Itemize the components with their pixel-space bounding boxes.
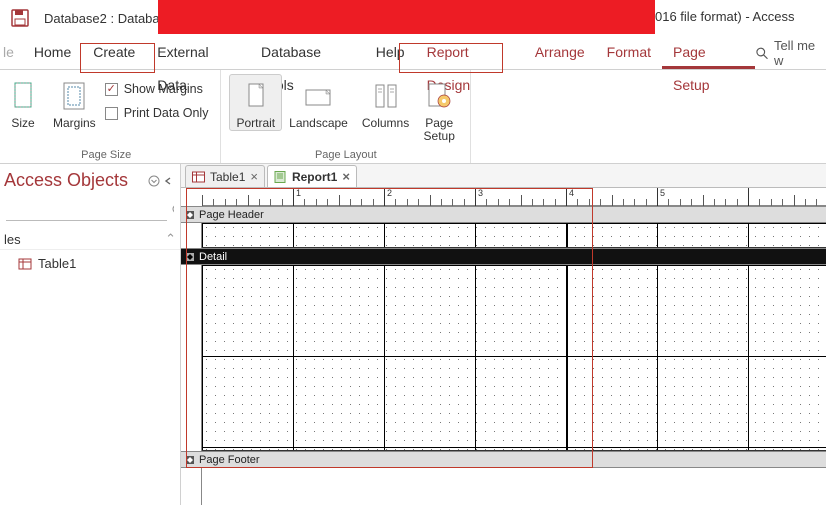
document-tab-strip: Table1 × Report1 × [181, 164, 826, 188]
report-icon [274, 171, 287, 183]
window-title-suffix: 016 file format) - Access [655, 0, 794, 34]
landscape-icon [303, 79, 335, 115]
nav-section-label: les [4, 232, 165, 247]
save-icon[interactable] [10, 8, 30, 28]
tab-database-tools[interactable]: Database Tools [250, 36, 365, 69]
ribbon-group-page-layout: Portrait Landscape Columns Page Setup [221, 70, 471, 163]
redaction-block [158, 0, 655, 34]
doc-tab-label: Report1 [292, 170, 337, 184]
columns-button[interactable]: Columns [355, 74, 416, 131]
nav-header[interactable]: Access Objects [0, 164, 180, 195]
table-icon [192, 171, 205, 183]
tab-file-ghost[interactable]: le [0, 36, 23, 69]
nav-search-input[interactable] [6, 199, 167, 221]
columns-icon [370, 79, 402, 115]
columns-label: Columns [362, 117, 409, 130]
group-label-page-size: Page Size [0, 147, 212, 161]
nav-item-label: Table1 [38, 256, 76, 271]
navigation-pane: Access Objects les ⌃ Table1 [0, 164, 181, 505]
section-page-header[interactable] [202, 223, 826, 248]
report-design-surface[interactable]: 12345 Page Header Detail [181, 188, 826, 505]
landscape-button[interactable]: Landscape [282, 74, 355, 131]
tab-arrange[interactable]: Arrange [524, 36, 596, 69]
section-handle-icon [185, 210, 195, 220]
close-icon[interactable]: × [342, 169, 350, 184]
margins-button[interactable]: Margins [46, 74, 103, 131]
table-icon [18, 257, 32, 271]
size-label: Size [11, 117, 34, 130]
highlight-create-tab [80, 43, 155, 73]
size-icon [7, 79, 39, 115]
nav-section-tables[interactable]: les ⌃ [0, 225, 180, 250]
design-pane: Table1 × Report1 × 12345 Page Header [181, 164, 826, 505]
landscape-label: Landscape [289, 117, 348, 130]
tab-page-setup[interactable]: Page Setup [662, 36, 755, 69]
section-bar-page-header[interactable]: Page Header [181, 206, 826, 223]
portrait-icon [240, 79, 272, 115]
nav-item-table1[interactable]: Table1 [0, 250, 180, 277]
workspace: Access Objects les ⌃ Table1 Table1 × [0, 164, 826, 505]
window-title: Database2 : Database [44, 11, 173, 26]
section-detail[interactable] [202, 265, 826, 451]
margins-label: Margins [53, 117, 96, 130]
show-margins-checkbox[interactable]: Show Margins [105, 82, 209, 96]
section-bar-page-footer[interactable]: Page Footer [181, 451, 826, 468]
portrait-button[interactable]: Portrait [229, 74, 282, 131]
tell-me[interactable]: Tell me w [755, 38, 826, 68]
section-handle-icon [185, 455, 195, 465]
section-label: Detail [199, 251, 227, 263]
highlight-report-design-tab [399, 43, 503, 73]
margins-icon [58, 79, 90, 115]
tab-format[interactable]: Format [596, 36, 662, 69]
close-icon[interactable]: × [250, 169, 258, 184]
chevron-down-icon[interactable] [148, 175, 160, 187]
section-label: Page Footer [199, 454, 260, 466]
nav-title: Access Objects [4, 170, 148, 191]
section-label: Page Header [199, 209, 264, 221]
search-icon[interactable] [171, 203, 174, 217]
doc-tab-table1[interactable]: Table1 × [185, 165, 265, 187]
page-setup-label: Page Setup [424, 117, 455, 143]
section-handle-icon [185, 252, 195, 262]
title-bar: Database2 : Database 016 file format) - … [0, 0, 826, 36]
page-setup-button[interactable]: Page Setup [416, 74, 462, 144]
section-bar-detail[interactable]: Detail [181, 248, 826, 265]
doc-tab-label: Table1 [210, 170, 245, 184]
page-setup-icon [423, 79, 455, 115]
doc-tab-report1[interactable]: Report1 × [267, 165, 357, 187]
ribbon-group-page-size: Size Margins Show Margins Print Data Onl… [0, 70, 221, 163]
print-data-only-checkbox[interactable]: Print Data Only [105, 106, 209, 120]
tab-home[interactable]: Home [23, 36, 82, 69]
collapse-pane-icon[interactable] [162, 175, 174, 187]
group-label-page-layout: Page Layout [229, 147, 462, 161]
checkbox-icon [105, 107, 118, 120]
show-margins-label: Show Margins [124, 82, 203, 96]
tab-external-data[interactable]: External Data [146, 36, 250, 69]
checkbox-icon [105, 83, 118, 96]
print-data-only-label: Print Data Only [124, 106, 209, 120]
size-button[interactable]: Size [0, 74, 46, 131]
search-icon [755, 46, 768, 60]
chevron-up-icon: ⌃ [165, 231, 176, 247]
portrait-label: Portrait [236, 117, 275, 130]
tell-me-label: Tell me w [774, 38, 826, 68]
horizontal-ruler: 12345 [202, 188, 826, 206]
